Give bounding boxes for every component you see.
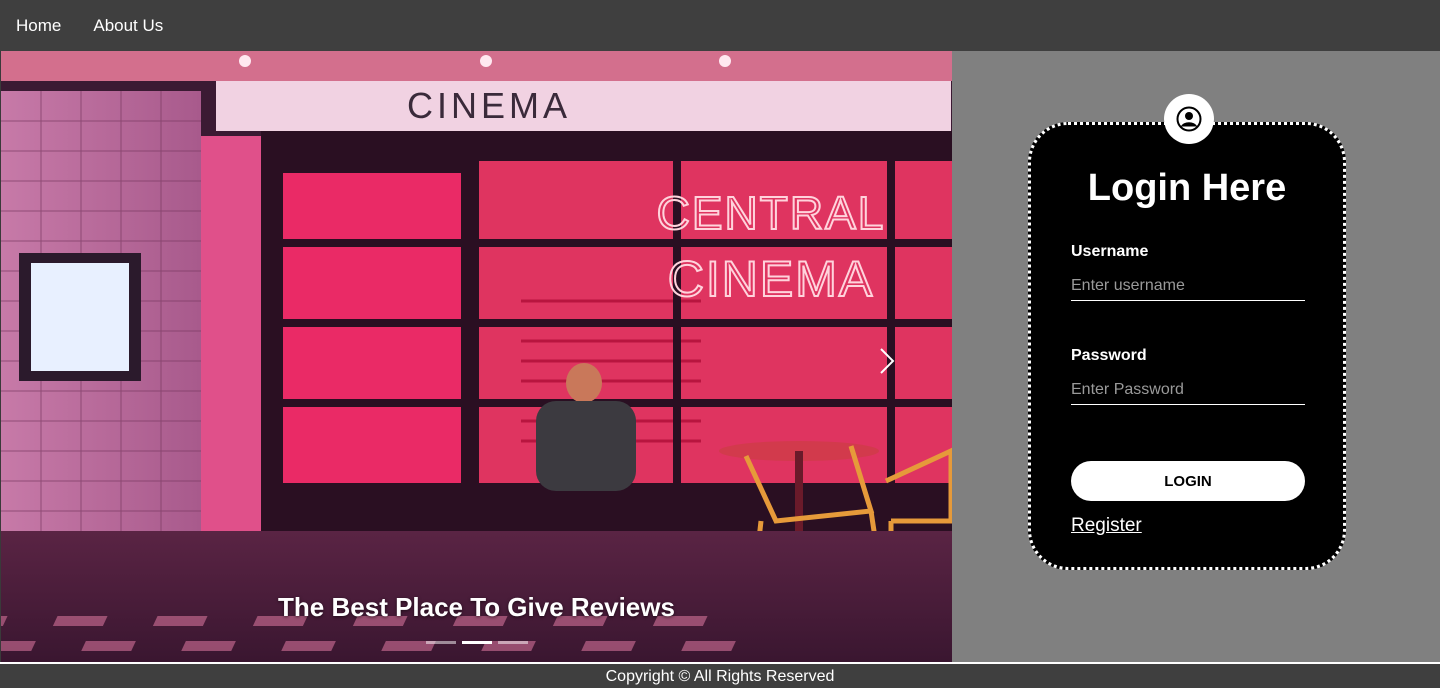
cinema-sign-text: CINEMA (407, 85, 571, 126)
carousel-indicator-3[interactable] (497, 641, 528, 644)
carousel-indicators (1, 641, 952, 644)
login-button[interactable]: LOGIN (1071, 461, 1305, 501)
nav-link-home[interactable]: Home (16, 16, 61, 36)
neon-text-central: CENTRAL (657, 187, 886, 239)
footer: Copyright © All Rights Reserved (0, 664, 1440, 688)
username-input[interactable] (1071, 271, 1305, 301)
carousel-indicator-1[interactable] (425, 641, 456, 644)
page: Home About Us CINEMA CENTRAL CINEMA The … (0, 0, 1440, 688)
login-panel: Login Here Username Password LOGIN Regis… (952, 51, 1440, 662)
cinema-photo: CINEMA CENTRAL CINEMA (1, 51, 952, 662)
carousel-indicator-2[interactable] (461, 641, 492, 644)
neon-text-cinema: CINEMA (668, 251, 874, 307)
login-title: Login Here (1087, 167, 1287, 209)
password-label: Password (1071, 347, 1147, 364)
user-circle-icon (1176, 106, 1202, 132)
hero-carousel: CINEMA CENTRAL CINEMA The Best Place To … (1, 51, 952, 662)
carousel-caption: The Best Place To Give Reviews (278, 592, 675, 622)
register-link[interactable]: Register (1071, 515, 1142, 537)
password-input[interactable] (1071, 375, 1305, 405)
chevron-right-icon (880, 348, 895, 374)
navbar: Home About Us (0, 0, 1440, 51)
nav-link-about-us[interactable]: About Us (93, 16, 163, 36)
login-card: Login Here Username Password LOGIN Regis… (1028, 122, 1346, 570)
username-label: Username (1071, 243, 1149, 260)
carousel-next-button[interactable] (872, 341, 902, 381)
avatar (1164, 94, 1214, 144)
